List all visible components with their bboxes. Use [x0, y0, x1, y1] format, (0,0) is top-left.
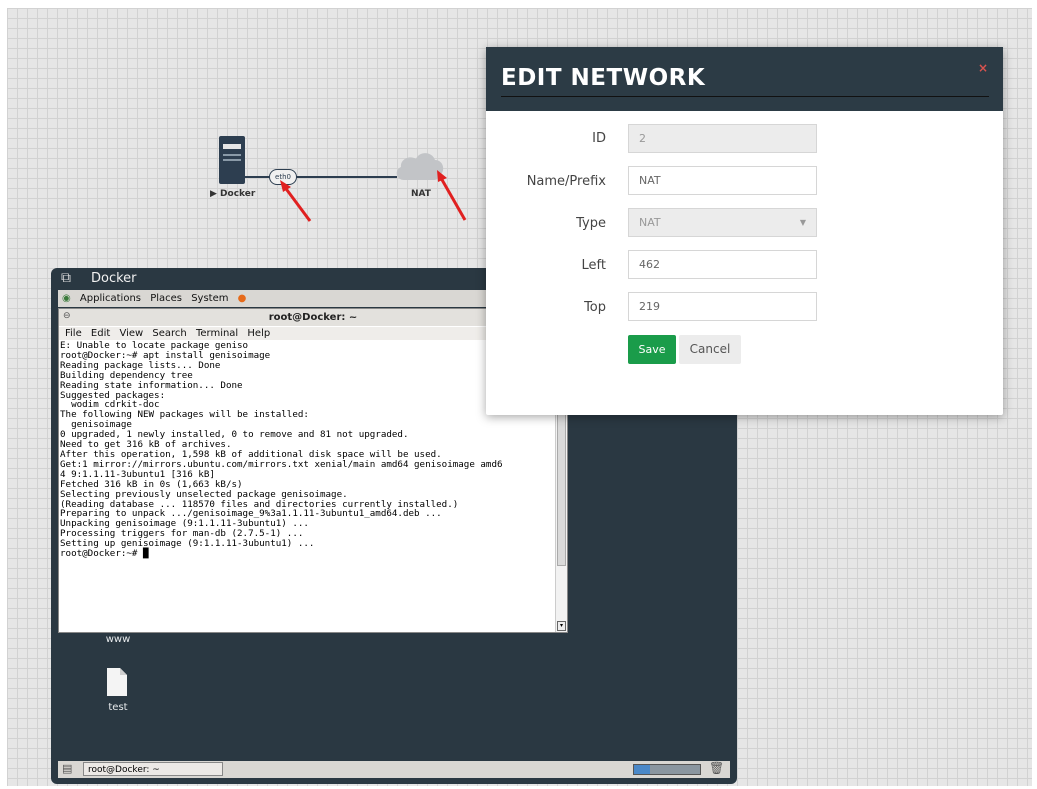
chevron-down-icon: ▼	[799, 218, 806, 227]
edit-network-modal: EDIT NETWORK × ID 2 Name/Prefix NAT Type…	[486, 47, 1003, 415]
save-button[interactable]: Save	[628, 335, 676, 364]
external-link-icon[interactable]: ⧉	[61, 270, 71, 286]
type-select[interactable]: NAT ▼	[628, 208, 817, 237]
name-prefix-field[interactable]: NAT	[628, 166, 817, 195]
annotation-arrow-eth0	[280, 180, 312, 222]
terminal-close-icon[interactable]: ⊖	[63, 311, 71, 321]
terminal-menu-view[interactable]: View	[119, 328, 143, 339]
top-field[interactable]: 219	[628, 292, 817, 321]
terminal-menu-terminal[interactable]: Terminal	[196, 328, 238, 339]
server-icon[interactable]	[215, 134, 255, 186]
terminal-output[interactable]: E: Unable to locate package geniso root@…	[60, 341, 553, 631]
desktop-icon-www-label[interactable]: www	[101, 634, 135, 645]
trash-icon[interactable]: 🗑	[709, 761, 724, 775]
panel-menu-places[interactable]: Places	[150, 293, 182, 304]
left-label: Left	[581, 258, 606, 273]
panel-menu-system[interactable]: System	[191, 293, 228, 304]
bottom-taskbar: ▤ root@Docker: ~ 🗑	[58, 761, 730, 778]
ubuntu-logo-icon: ◉	[62, 293, 71, 304]
taskbar-item-terminal[interactable]: root@Docker: ~	[83, 762, 223, 776]
top-label: Top	[584, 300, 606, 315]
terminal-menu-help[interactable]: Help	[247, 328, 270, 339]
workspace-switcher[interactable]	[633, 764, 701, 775]
panel-menu-applications[interactable]: Applications	[80, 293, 141, 304]
left-field[interactable]: 462	[628, 250, 817, 279]
nat-node-label[interactable]: NAT	[411, 189, 431, 199]
id-field: 2	[628, 124, 817, 153]
id-label: ID	[592, 131, 606, 146]
type-select-value: NAT	[639, 216, 661, 229]
name-prefix-label: Name/Prefix	[526, 174, 606, 189]
terminal-menu-edit[interactable]: Edit	[91, 328, 110, 339]
desktop-icon-test-label[interactable]: test	[101, 702, 135, 713]
scroll-down-icon[interactable]: ▾	[557, 621, 566, 631]
title-divider	[501, 96, 989, 97]
docker-node-label[interactable]: ▶ Docker	[210, 189, 255, 199]
close-icon[interactable]: ×	[978, 61, 988, 75]
terminal-menu-file[interactable]: File	[65, 328, 82, 339]
terminal-menu-search[interactable]: Search	[152, 328, 186, 339]
annotation-arrow-nat	[437, 170, 467, 221]
firefox-icon[interactable]: ●	[238, 293, 247, 304]
network-link	[244, 176, 397, 178]
show-desktop-icon[interactable]: ▤	[62, 762, 72, 775]
modal-title: EDIT NETWORK	[501, 65, 706, 91]
cancel-button[interactable]: Cancel	[679, 335, 741, 364]
docker-window-title: Docker	[91, 271, 137, 286]
type-label: Type	[576, 216, 606, 231]
modal-header: EDIT NETWORK ×	[486, 47, 1003, 111]
file-icon[interactable]	[107, 668, 127, 696]
